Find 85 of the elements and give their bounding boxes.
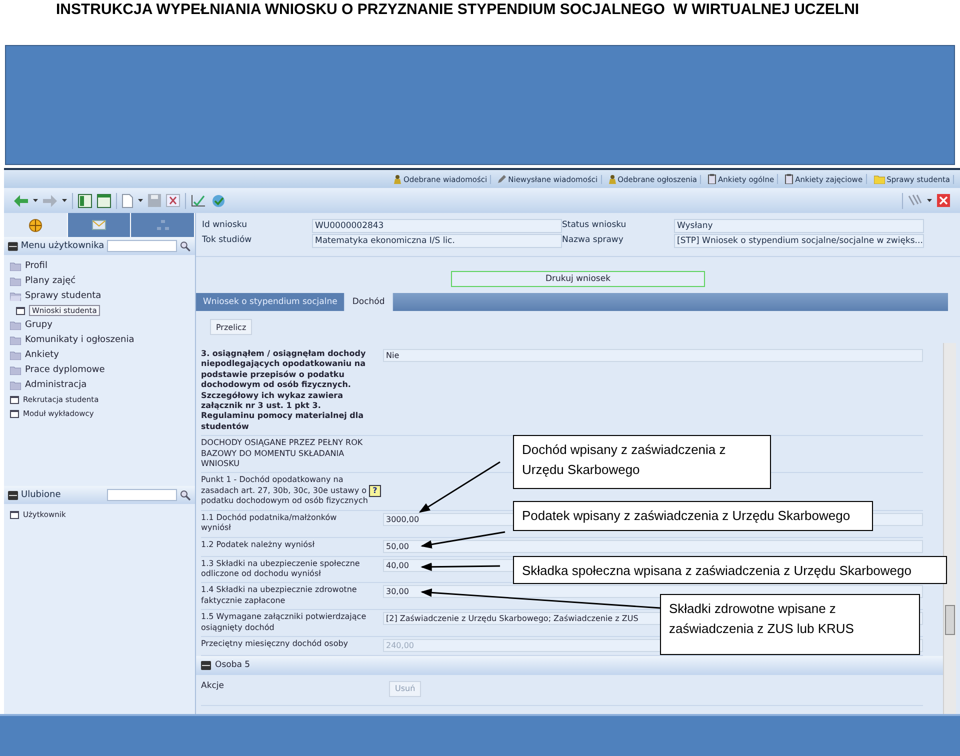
menu-item[interactable]: Sprawy studenta — [25, 291, 102, 301]
field-value: Wysłany — [674, 219, 924, 233]
compass-icon — [28, 218, 42, 232]
recalculate-button[interactable]: Przelicz — [210, 319, 252, 335]
section-title: Osoba 5 — [215, 660, 250, 670]
envelope-icon — [92, 220, 106, 230]
help-icon[interactable]: ? — [369, 485, 381, 498]
folder-icon — [10, 366, 21, 374]
folder-icon — [10, 336, 21, 344]
form-label: 1.4 Składki na ubezpiecznie zdrowotne faktycznie zapłacone — [201, 585, 358, 606]
field-label: Nazwa sprawy — [562, 234, 624, 247]
form-label: Przeciętny miesięczny dochód osoby — [201, 638, 350, 650]
window-icon[interactable] — [97, 194, 111, 208]
caret-icon[interactable] — [62, 198, 67, 202]
folder-icon — [874, 174, 885, 184]
panel-title: Ulubione — [21, 490, 62, 500]
panel-icon[interactable] — [78, 194, 92, 208]
menu-item[interactable]: Administracja — [25, 380, 87, 390]
tab[interactable]: Wniosek o stypendium socjalne — [196, 293, 346, 311]
caret-icon[interactable] — [927, 198, 932, 202]
folder-icon — [10, 380, 21, 390]
search-icon[interactable] — [180, 240, 191, 252]
delete-icon[interactable] — [166, 194, 180, 207]
person-icon — [394, 174, 402, 184]
menu-item[interactable]: Profil — [25, 261, 48, 271]
folder-icon — [10, 350, 21, 360]
close-icon[interactable] — [937, 194, 950, 207]
clipboard-icon — [708, 174, 716, 184]
input-field[interactable]: Nie — [383, 349, 923, 362]
drawer-icon — [8, 490, 18, 500]
form-label: 1.3 Składki na ubezpieczenie społeczne odliczone od dochodu wyniósł — [201, 558, 361, 580]
folder-icon — [10, 320, 21, 330]
folder-icon — [10, 276, 21, 286]
sidebar-tab[interactable] — [4, 213, 68, 237]
open-folder-icon — [10, 292, 21, 300]
menu-item[interactable]: Plany zajęć — [25, 276, 76, 286]
menu-item[interactable]: Ankiety — [25, 350, 59, 360]
drawer-icon — [8, 242, 18, 250]
document-title: INSTRUKCJA WYPEŁNIANIA WNIOSKU O PRZYZNANIE STYPENDIUM SOCJALNEGO W WIRTUALNEJ UCZELNI — [55, 0, 860, 20]
field-value: WU0000002843 — [312, 219, 562, 233]
callout-tooltip: Składka społeczna wpisana z zaświadczenia z Urzędu Skarbowego — [513, 556, 947, 584]
tree-icon — [156, 220, 169, 230]
form-label: 1.5 Wymagane załączniki potwierdzające osiągnięty dochód — [201, 612, 368, 633]
sidebar-tab[interactable] — [68, 213, 132, 237]
panel-title: Menu użytkownika — [20, 241, 104, 251]
menu-item[interactable]: Grupy — [25, 320, 52, 330]
field-value: Matematyka ekonomiczna I/S lic. — [312, 234, 562, 248]
tab[interactable]: Dochód — [345, 293, 393, 311]
menu-item[interactable]: Prace dyplomowe — [25, 365, 105, 375]
form-label: 1.2 Podatek należny wyniósł — [201, 540, 316, 551]
window-icon — [10, 510, 19, 518]
form-label: 3. osiągnąłem / osiągnęłam dochody niepodlegających opodatkowaniu na podstawie przepisów o podatku dochodowym od osób fizycznych. Szczegółowy ich wykaz zawiera załącznik nr 3 ust. 1 pkt 3. Regulaminu pomocy materialnej dla studentów — [201, 349, 367, 432]
window-icon — [10, 396, 19, 404]
tools-icon[interactable] — [908, 194, 922, 207]
caret-icon[interactable] — [33, 198, 38, 202]
refresh-icon[interactable] — [211, 194, 226, 208]
callout-tooltip: Podatek wpisany z zaświadczenia z Urzędu Skarbowego — [513, 501, 873, 531]
section-heading: DOCHODY OSIĄGANE PRZEZ PEŁNY ROK BAZOWY DO MOMENTU SKŁADANIA WNIOSKU — [201, 438, 364, 470]
chart-check-icon[interactable] — [191, 194, 206, 207]
window-icon — [16, 306, 25, 314]
callout-tooltip: Składki zdrowotne wpisane z zaświadczenia z ZUS lub KRUS — [660, 594, 920, 655]
form-label: Punkt 1 - Dochód opodatkowany na zasadach art. 27, 30b, 30c, 30e ustawy o podatku dochodowym od osób fizycznych — [201, 475, 369, 507]
clipboard-icon — [785, 174, 794, 184]
person-icon — [608, 174, 616, 184]
scrollbar[interactable] — [943, 343, 956, 714]
input-field[interactable]: 50,00 — [383, 540, 923, 552]
search-field[interactable] — [107, 489, 177, 501]
back-arrow-icon[interactable] — [14, 194, 28, 206]
callout-tooltip: Dochód wpisany z zaświadczenia z Urzędu Skarbowego — [513, 435, 771, 489]
drawer-icon — [201, 660, 211, 670]
menu-item[interactable]: Komunikaty i ogłoszenia — [25, 335, 134, 345]
field-label: Id wniosku — [202, 219, 248, 232]
folder-icon — [10, 262, 21, 270]
search-field[interactable] — [107, 240, 178, 252]
search-icon[interactable] — [180, 490, 191, 500]
field-label: Tok studiów — [202, 234, 253, 247]
window-icon — [10, 410, 19, 418]
print-button[interactable]: Drukuj wniosek — [451, 271, 705, 287]
actions-label: Akcje — [201, 680, 226, 693]
caret-icon[interactable] — [138, 198, 143, 202]
form-label: 1.1 Dochód podatnika/małżonków wyniósł — [201, 512, 338, 534]
field-label: Status wniosku — [562, 219, 628, 232]
new-document-icon[interactable] — [122, 194, 133, 208]
pencil-icon — [498, 175, 506, 183]
field-value: [STP] Wniosek o stypendium socjalne/socjalne w zwięks... — [674, 234, 924, 248]
